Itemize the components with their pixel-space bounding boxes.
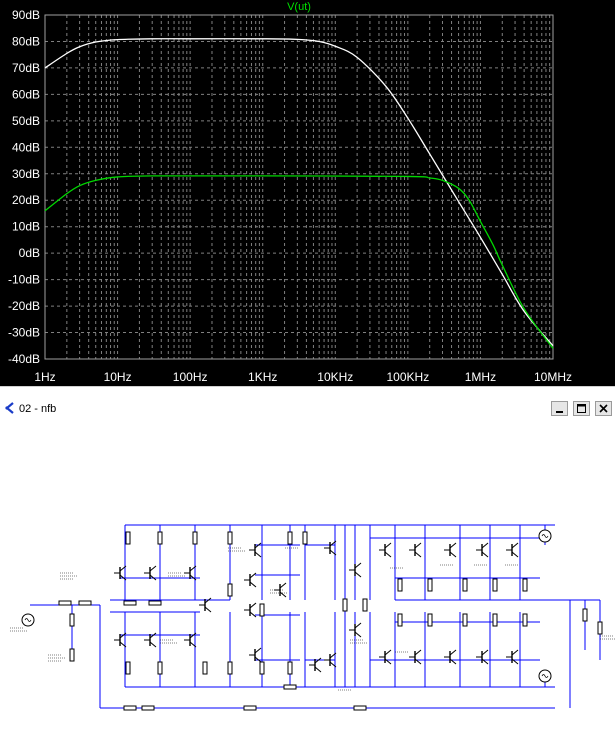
y-tick-label: 80dB [12,34,40,48]
x-tick-label: 1MHz [465,370,496,384]
close-icon [599,404,608,413]
resistor-symbol [227,583,233,597]
minimize-icon [556,411,563,413]
resistor-symbol [302,531,308,545]
x-tick-label: 100KHz [387,370,430,384]
resistor-symbol [492,613,498,627]
y-tick-label: -20dB [8,299,40,313]
resistor-symbol [125,531,131,545]
resistor-symbol [522,613,528,627]
resistor-symbol [148,600,162,606]
resistor-symbol [597,621,603,635]
resistor-symbol [283,684,297,690]
resistor-symbol [259,661,265,675]
resistor-symbol [157,661,163,675]
resistor-symbol [287,661,293,675]
minimize-button[interactable] [551,401,568,416]
resistor-symbol [192,531,198,545]
resistor-symbol [462,578,468,592]
resistor-symbol [78,600,92,606]
maximize-button[interactable] [573,401,590,416]
y-tick-label: 10dB [12,220,40,234]
plot-traces [44,38,554,349]
schematic-window-titlebar[interactable]: 02 - nfb [0,386,615,427]
x-tick-label: 1KHz [248,370,277,384]
y-tick-label: 70dB [12,61,40,75]
x-tick-label: 10Hz [104,370,132,384]
y-tick-label: 60dB [12,87,40,101]
resistor-symbol [353,705,367,711]
amplifier-schematic[interactable] [0,426,615,750]
resistor-symbol [125,661,131,675]
resistor-symbol [427,613,433,627]
x-tick-label: 1Hz [34,370,55,384]
waveform-chart[interactable]: 90dB 80dB 70dB 60dB 50dB 40dB 30dB 20dB 10dB 0dB -… [0,0,615,386]
waveform-plot-pane[interactable]: 90dB 80dB 70dB 60dB 50dB 40dB 30dB 20dB 10dB 0dB -… [0,0,615,386]
schematic-components [10,529,615,711]
y-tick-label: 40dB [12,140,40,154]
trace-title[interactable]: V(ut) [287,1,311,13]
resistor-symbol [522,578,528,592]
resistor-symbol [492,578,498,592]
resistor-symbol [69,648,75,662]
resistor-symbol [397,613,403,627]
resistor-symbol [157,531,163,545]
resistor-symbol [427,578,433,592]
resistor-symbol [58,600,72,606]
resistor-symbol [123,705,137,711]
resistor-symbol [397,578,403,592]
plot-frame [44,14,554,360]
resistor-symbol [227,531,233,545]
y-tick-label: 90dB [12,8,40,22]
plot-axes: 90dB 80dB 70dB 60dB 50dB 40dB 30dB 20dB 10dB 0dB -… [8,8,572,384]
y-tick-label: 0dB [19,246,40,260]
ltspice-schematic-icon[interactable] [3,401,17,415]
schematic-wires [30,524,601,709]
resistor-symbol [141,705,155,711]
resistor-symbol [362,598,368,612]
plot-grid [44,14,554,360]
y-tick-label: -40dB [8,352,40,366]
x-tick-label: 10KHz [317,370,353,384]
resistor-symbol [259,603,265,617]
resistor-symbol [123,600,137,606]
resistor-symbol [582,608,588,622]
y-tick-label: 50dB [12,114,40,128]
window-title: 02 - nfb [19,403,57,415]
maximize-icon [577,404,586,413]
x-tick-label: 10MHz [534,370,572,384]
close-button[interactable] [595,401,612,416]
y-tick-label: 30dB [12,167,40,181]
y-tick-label: -30dB [8,326,40,340]
resistor-symbol [243,705,257,711]
y-tick-label: -10dB [8,273,40,287]
resistor-symbol [202,661,208,675]
resistor-symbol [342,598,348,612]
y-tick-label: 20dB [12,193,40,207]
x-tick-label: 100Hz [173,370,208,384]
resistor-symbol [69,613,75,627]
schematic-canvas[interactable] [0,426,615,750]
resistor-symbol [227,661,233,675]
resistor-symbol [287,531,293,545]
resistor-symbol [462,613,468,627]
